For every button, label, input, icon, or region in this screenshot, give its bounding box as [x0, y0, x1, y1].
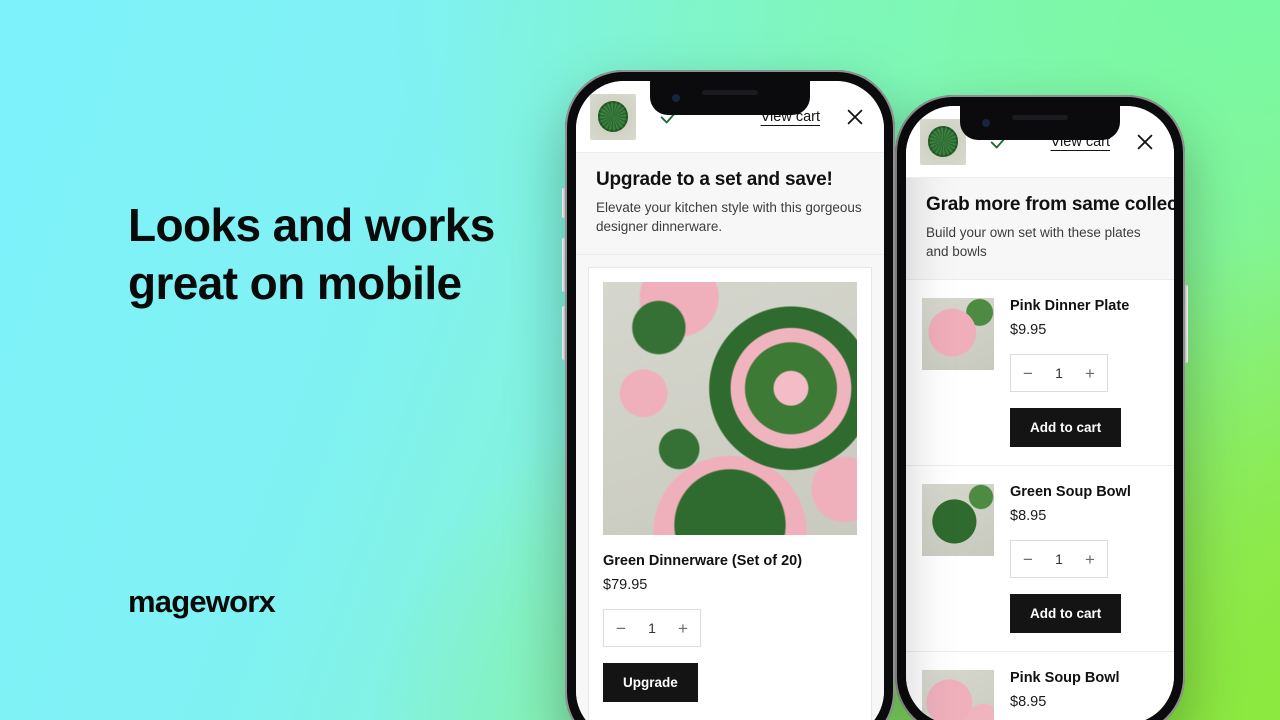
product-name: Pink Soup Bowl: [1010, 670, 1120, 686]
product-thumbnail: [922, 484, 994, 556]
promo-title-back: Grab more from same collection!: [926, 194, 1174, 215]
quantity-increment-button[interactable]: +: [1073, 541, 1107, 577]
product-card[interactable]: Green Dinnerware (Set of 20) $79.95 − 1 …: [588, 267, 872, 720]
product-price: $8.95: [1010, 694, 1047, 710]
phone-notch-back: [960, 106, 1120, 140]
product-price: $9.95: [1010, 322, 1047, 338]
promo-banner-canvas: Looks and works great on mobile mageworx…: [0, 0, 1280, 720]
quantity-value: 1: [1055, 551, 1063, 567]
product-name: Pink Dinner Plate: [1010, 298, 1130, 314]
upsell-promo-back: Grab more from same collection! Build yo…: [906, 178, 1174, 280]
product-thumbnail: [922, 670, 994, 720]
promo-title-front: Upgrade to a set and save!: [596, 169, 833, 190]
product-thumbnail-back: [920, 118, 966, 165]
upsell-product-list: Pink Dinner Plate $9.95 − 1 + Add to car…: [906, 280, 1174, 720]
volume-up-button[interactable]: [562, 238, 565, 292]
promo-subtitle-front: Elevate your kitchen style with this gor…: [596, 200, 862, 234]
front-camera-icon: [672, 94, 680, 102]
add-to-cart-button[interactable]: Add to cart: [1010, 408, 1122, 447]
upsell-carousel: Green Dinnerware (Set of 20) $79.95 − 1 …: [576, 255, 884, 720]
earpiece-speaker-icon: [702, 90, 758, 95]
quantity-value: 1: [648, 620, 656, 636]
volume-down-button[interactable]: [562, 306, 565, 360]
quantity-decrement-button[interactable]: −: [1011, 541, 1045, 577]
product-price: $8.95: [1010, 508, 1047, 524]
phone-mockup-front: View cart Upgrade to a set and save! Ele…: [562, 70, 895, 720]
phone-screen-back: View cart Grab more from same collection…: [906, 106, 1174, 720]
promo-subtitle-back: Build your own set with these plates and…: [926, 225, 1141, 259]
product-thumbnail-front: [590, 93, 636, 140]
front-camera-icon: [982, 119, 990, 127]
list-item[interactable]: Green Soup Bowl $8.95 − 1 + Add to cart: [906, 466, 1174, 652]
list-item[interactable]: Pink Soup Bowl $8.95 − 1 + Add to cart: [906, 652, 1174, 720]
product-price: $79.95: [603, 577, 648, 593]
close-icon[interactable]: [844, 106, 866, 128]
quantity-value: 1: [1055, 365, 1063, 381]
list-item[interactable]: Pink Dinner Plate $9.95 − 1 + Add to car…: [906, 280, 1174, 466]
phone-screen-front: View cart Upgrade to a set and save! Ele…: [576, 81, 884, 720]
mageworx-logo: mageworx: [128, 584, 276, 619]
product-thumbnail: [922, 298, 994, 370]
close-icon[interactable]: [1134, 131, 1156, 153]
product-name: Green Dinnerware (Set of 20): [603, 553, 803, 569]
hero-copy: Looks and works great on mobile: [128, 196, 558, 312]
quantity-stepper[interactable]: − 1 +: [1010, 354, 1108, 392]
product-image: [603, 282, 857, 535]
product-name: Green Soup Bowl: [1010, 484, 1131, 500]
quantity-increment-button[interactable]: +: [666, 610, 700, 646]
add-to-cart-button[interactable]: Add to cart: [1010, 594, 1122, 633]
phone-mockup-back: View cart Grab more from same collection…: [895, 95, 1188, 720]
power-button-back[interactable]: [1185, 285, 1188, 363]
quantity-increment-button[interactable]: +: [1073, 355, 1107, 391]
quantity-decrement-button[interactable]: −: [604, 610, 638, 646]
page-title: Looks and works great on mobile: [128, 199, 495, 309]
upsell-promo-front: Upgrade to a set and save! Elevate your …: [576, 153, 884, 255]
phone-notch-front: [650, 81, 810, 115]
silent-switch[interactable]: [562, 188, 565, 218]
quantity-stepper[interactable]: − 1 +: [603, 609, 701, 647]
earpiece-speaker-icon: [1012, 115, 1068, 120]
quantity-decrement-button[interactable]: −: [1011, 355, 1045, 391]
upgrade-button[interactable]: Upgrade: [603, 663, 698, 702]
quantity-stepper[interactable]: − 1 +: [1010, 540, 1108, 578]
